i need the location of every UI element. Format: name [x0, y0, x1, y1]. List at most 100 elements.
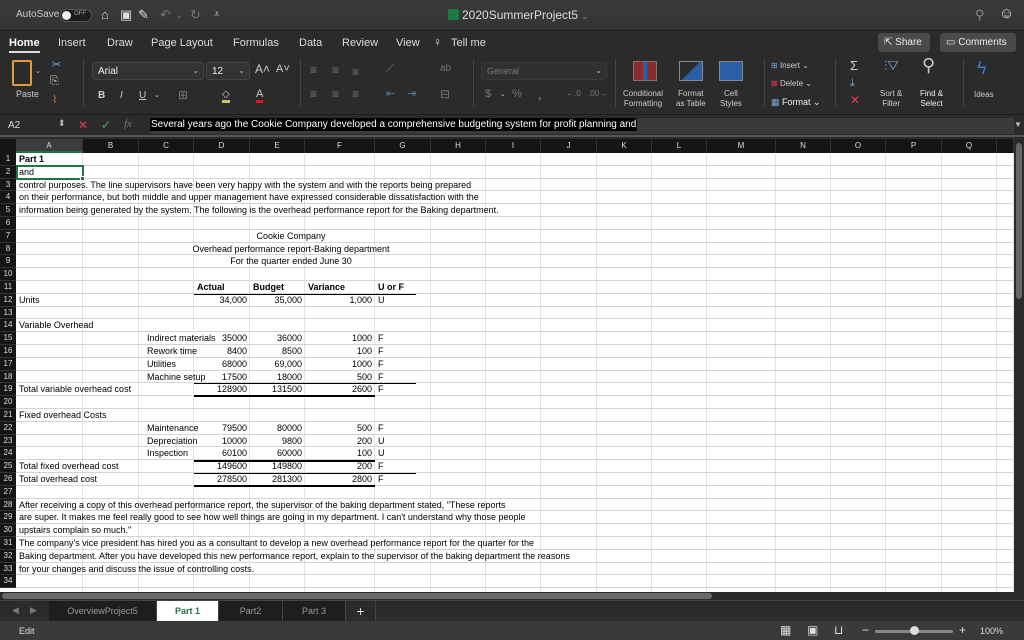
fixed-item-variance[interactable]: 500 [305, 422, 375, 435]
variable-item-budget[interactable]: 36000 [250, 332, 305, 345]
clear-icon[interactable]: ✕ [850, 93, 860, 107]
autosave-toggle[interactable]: OFF [60, 9, 92, 22]
variable-item-variance[interactable]: 1000 [305, 358, 375, 371]
font-color-icon[interactable]: A [256, 88, 264, 103]
tab-insert[interactable]: Insert [58, 37, 86, 49]
report-company-title[interactable]: Cookie Company [139, 230, 443, 243]
enter-check-icon[interactable]: ✓ [101, 118, 111, 132]
home-icon[interactable]: ⌂ [101, 7, 109, 22]
column-header-k[interactable]: K [597, 139, 652, 153]
undo-dropdown-icon[interactable]: ⌄ [176, 11, 183, 20]
fixed-total-row-u-or-f[interactable]: F [375, 460, 431, 473]
find-select-icon[interactable]: ⚲ [922, 55, 935, 76]
variable-item-variance[interactable]: 100 [305, 345, 375, 358]
percent-icon[interactable]: % [512, 88, 522, 100]
column-header-h[interactable]: H [431, 139, 486, 153]
sheet-tab-part-1[interactable]: Part 1 [157, 601, 219, 621]
expand-formula-icon[interactable]: ▼ [1014, 120, 1022, 129]
fill-handle[interactable] [80, 175, 85, 181]
conditional-formatting-button[interactable]: Conditional Formatting [623, 89, 663, 109]
decrease-font-size-icon[interactable]: A˅ [276, 63, 290, 75]
units-row-budget[interactable]: 35,000 [250, 294, 305, 307]
variable-item-u-or-f[interactable]: F [375, 332, 431, 345]
align-center-icon[interactable]: ≡ [332, 87, 339, 101]
next-sheet-icon[interactable]: ▶ [30, 605, 37, 616]
paste-label[interactable]: Paste [16, 89, 39, 99]
normal-view-icon[interactable]: ▦ [780, 623, 791, 637]
variable-overhead-heading[interactable]: Variable Overhead [16, 319, 166, 332]
row-header-27[interactable]: 27 [0, 485, 16, 499]
spreadsheet-grid[interactable]: A B C D E F G H I J K L M N O P Q 1 2 3 4 5 6 7 8 9 10 11 12 13 14 15 16… [0, 139, 1014, 592]
copy-icon[interactable]: ⎘ [50, 75, 59, 88]
column-header-m[interactable]: M [707, 139, 776, 153]
tab-data[interactable]: Data [299, 37, 322, 49]
row-header-21[interactable]: 21 [0, 409, 16, 422]
row-header-10[interactable]: 10 [0, 268, 16, 281]
variable-item-u-or-f[interactable]: F [375, 345, 431, 358]
edit-icon[interactable]: ✎ [138, 7, 149, 23]
cell-a30[interactable]: upstairs complain so much." [16, 524, 716, 537]
row-header-33[interactable]: 33 [0, 562, 16, 576]
save-icon[interactable]: ▣ [120, 7, 132, 23]
decrease-decimal-icon[interactable]: .00→ [588, 89, 607, 98]
column-header-l[interactable]: L [652, 139, 707, 153]
select-all-corner[interactable] [0, 139, 16, 153]
row-header-1[interactable]: 1 [0, 153, 16, 166]
fixed-total-row-label[interactable]: Total fixed overhead cost [16, 460, 216, 473]
tab-draw[interactable]: Draw [107, 37, 133, 49]
formula-input[interactable]: Several years ago the Cookie Company dev… [150, 118, 1014, 134]
smiley-feedback-icon[interactable]: ☺ [999, 5, 1014, 22]
sheet-tab-overviewproject5[interactable]: OverviewProject5 [49, 601, 157, 621]
row-header-30[interactable]: 30 [0, 524, 16, 537]
format-as-table-icon[interactable] [679, 61, 703, 81]
search-icon[interactable]: ⚲ [975, 7, 985, 23]
format-painter-icon[interactable]: ⌇ [52, 93, 57, 106]
sort-filter-icon[interactable]: ⫶▽ [884, 58, 899, 74]
cell-a5[interactable]: information being generated by the syste… [16, 204, 716, 217]
fixed-item-u-or-f[interactable]: F [375, 422, 431, 435]
row-header-34[interactable]: 34 [0, 575, 16, 589]
row-header-4[interactable]: 4 [0, 191, 16, 205]
column-header-o[interactable]: O [831, 139, 886, 153]
report-subtitle[interactable]: Overhead performance report-Baking depar… [139, 243, 443, 256]
row-header-17[interactable]: 17 [0, 357, 16, 371]
fixed-item-variance[interactable]: 200 [305, 435, 375, 448]
zoom-out-icon[interactable]: − [862, 623, 869, 637]
tab-page-layout[interactable]: Page Layout [151, 37, 213, 49]
align-middle-icon[interactable]: ≡ [332, 63, 339, 77]
zoom-slider-handle[interactable] [910, 626, 919, 635]
column-header-c[interactable]: C [139, 139, 194, 153]
comments-button[interactable]: ▭ Comments [940, 33, 1016, 52]
variable-item-budget[interactable]: 69,000 [250, 358, 305, 371]
column-header-a[interactable]: A [16, 139, 83, 153]
customize-toolbar-icon[interactable]: ⩡ [214, 9, 220, 20]
cell-a32[interactable]: Baking department. After you have develo… [16, 550, 716, 563]
paste-icon[interactable] [12, 60, 32, 86]
bold-button[interactable]: B [98, 90, 105, 101]
fill-icon[interactable]: ⤓ [850, 77, 855, 90]
sheet-tab-part2[interactable]: Part2 [219, 601, 283, 621]
name-box-stepper-icon[interactable]: ⬍ [58, 118, 66, 129]
column-heading-budget[interactable]: Budget [250, 281, 305, 294]
format-as-table-button[interactable]: Format as Table [676, 89, 706, 109]
delete-cells-button[interactable]: ⊠ Delete ⌄ [771, 79, 812, 88]
variable-item-actual[interactable]: 17500 [194, 371, 250, 384]
column-header-g[interactable]: G [375, 139, 431, 153]
borders-icon[interactable]: ⊞ [178, 88, 188, 102]
row-header-20[interactable]: 20 [0, 396, 16, 409]
paste-dropdown-icon[interactable]: ⌄ [35, 67, 41, 75]
variable-item-variance[interactable]: 500 [305, 371, 375, 384]
page-break-view-icon[interactable]: ⊔ [834, 623, 843, 637]
tab-view[interactable]: View [396, 37, 420, 49]
row-header-8[interactable]: 8 [0, 242, 16, 256]
cut-icon[interactable]: ✂ [52, 58, 61, 71]
add-sheet-button[interactable]: + [346, 601, 376, 621]
wrap-text-icon[interactable]: ab [440, 63, 451, 74]
report-period[interactable]: For the quarter ended June 30 [139, 255, 443, 268]
row-header-19[interactable]: 19 [0, 383, 16, 397]
increase-indent-icon[interactable]: ⇥ [407, 87, 416, 100]
variable-item-actual[interactable]: 8400 [194, 345, 250, 358]
increase-font-size-icon[interactable]: A˄ [255, 62, 270, 76]
row-header-7[interactable]: 7 [0, 229, 16, 243]
row-header-29[interactable]: 29 [0, 511, 16, 525]
